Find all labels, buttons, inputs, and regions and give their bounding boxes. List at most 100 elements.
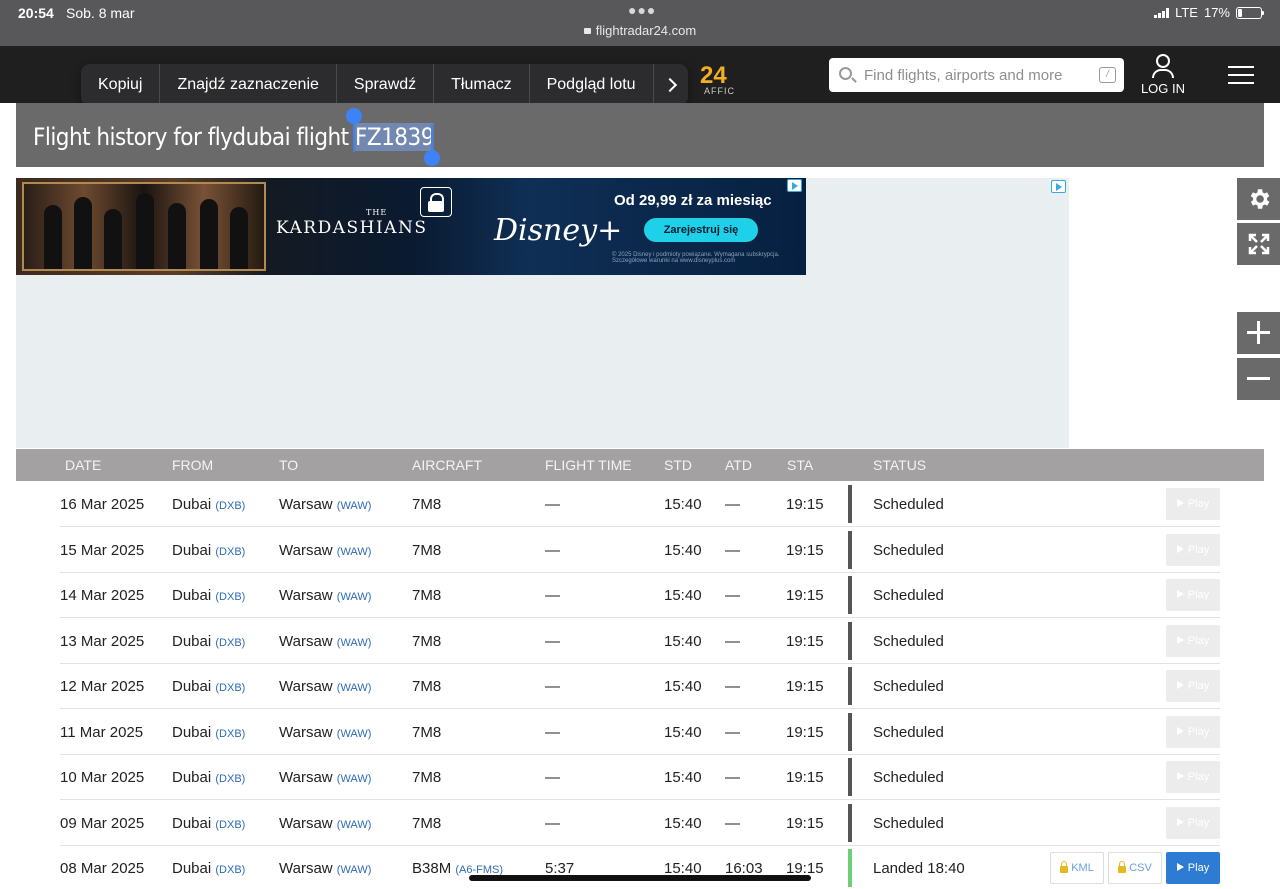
cell-from-code[interactable]: (DXB) xyxy=(215,546,245,558)
cell-to-city[interactable]: Warsaw xyxy=(279,724,333,741)
col-sta[interactable]: STA xyxy=(787,457,813,473)
menu-look-up[interactable]: Sprawdź xyxy=(337,64,435,106)
col-date[interactable]: DATE xyxy=(65,457,101,473)
cell-to-city[interactable]: Warsaw xyxy=(279,678,333,695)
menu-find-selection[interactable]: Znajdź zaznaczenie xyxy=(160,64,337,106)
col-std[interactable]: STD xyxy=(664,457,692,473)
cell-std: 15:40 xyxy=(664,678,702,695)
cell-from-city[interactable]: Dubai xyxy=(172,496,211,513)
search-box[interactable]: Find flights, airports and more / xyxy=(829,58,1124,92)
csv-download-button[interactable]: CSV xyxy=(1108,852,1162,884)
table-row[interactable]: 10 Mar 2025 Dubai (DXB) Warsaw (WAW) 7M8 — 15… xyxy=(60,754,1220,800)
cell-from-code[interactable]: (DXB) xyxy=(215,682,245,694)
cell-from-city[interactable]: Dubai xyxy=(172,769,211,786)
col-atd[interactable]: ATD xyxy=(725,457,752,473)
cell-from-city[interactable]: Dubai xyxy=(172,724,211,741)
menu-copy[interactable]: Kopiuj xyxy=(81,64,161,106)
adchoices-icon[interactable] xyxy=(787,179,802,192)
cell-from-code[interactable]: (DXB) xyxy=(215,591,245,603)
play-button[interactable]: Play xyxy=(1166,716,1220,748)
play-button[interactable]: Play xyxy=(1166,670,1220,702)
cell-to-code[interactable]: (WAW) xyxy=(337,546,372,558)
col-status[interactable]: STATUS xyxy=(873,457,926,473)
menu-translate[interactable]: Tłumacz xyxy=(434,64,530,106)
chevron-right-icon[interactable] xyxy=(654,64,688,106)
selection-end-handle[interactable] xyxy=(424,150,440,166)
cell-from-city[interactable]: Dubai xyxy=(172,860,211,877)
col-aircraft[interactable]: AIRCRAFT xyxy=(412,457,482,473)
cell-from: Dubai (DXB) xyxy=(172,724,245,741)
table-row[interactable]: 11 Mar 2025 Dubai (DXB) Warsaw (WAW) 7M8 — 15… xyxy=(60,709,1220,755)
cell-to-code[interactable]: (WAW) xyxy=(337,682,372,694)
cell-date: 14 Mar 2025 xyxy=(60,587,145,604)
cell-to-code[interactable]: (WAW) xyxy=(337,864,372,876)
table-row[interactable]: 08 Mar 2025 Dubai (DXB) Warsaw (WAW) B38M (… xyxy=(60,845,1220,889)
cell-to-code[interactable]: (WAW) xyxy=(337,637,372,649)
home-indicator[interactable] xyxy=(469,875,811,881)
ad-cta-button[interactable]: Zarejestruj się xyxy=(644,218,758,242)
settings-button[interactable] xyxy=(1237,178,1280,220)
cell-from-code[interactable]: (DXB) xyxy=(215,637,245,649)
zoom-out-button[interactable] xyxy=(1237,358,1280,400)
selection-start-handle[interactable] xyxy=(346,108,362,124)
play-button[interactable]: Play xyxy=(1166,625,1220,657)
cell-from-code[interactable]: (DXB) xyxy=(215,728,245,740)
padlock-icon xyxy=(1118,861,1127,873)
col-flight-time[interactable]: FLIGHT TIME xyxy=(545,457,632,473)
cell-from-city[interactable]: Dubai xyxy=(172,542,211,559)
cell-to-code[interactable]: (WAW) xyxy=(337,728,372,740)
cell-from-code[interactable]: (DXB) xyxy=(215,773,245,785)
cell-to-city[interactable]: Warsaw xyxy=(279,496,333,513)
cell-to-code[interactable]: (WAW) xyxy=(337,773,372,785)
cell-from-city[interactable]: Dubai xyxy=(172,587,211,604)
cell-to-city[interactable]: Warsaw xyxy=(279,769,333,786)
cell-to-city[interactable]: Warsaw xyxy=(279,860,333,877)
logo-suffix: AFFIC xyxy=(704,86,735,96)
play-button[interactable]: Play xyxy=(1166,488,1220,520)
address-bar[interactable]: flightradar24.com xyxy=(0,23,1280,38)
col-to[interactable]: TO xyxy=(279,457,298,473)
ad-banner[interactable]: THE KARDASHIANS Disney+ Od 29,99 zł za m… xyxy=(16,178,806,275)
login-button[interactable]: LOG IN xyxy=(1138,54,1188,96)
table-row[interactable]: 16 Mar 2025 Dubai (DXB) Warsaw (WAW) 7M8 — 15… xyxy=(60,481,1220,527)
cell-flight-time: — xyxy=(545,587,560,604)
adchoices-icon[interactable] xyxy=(1051,180,1066,193)
kml-download-button[interactable]: KML xyxy=(1050,852,1104,884)
tab-options-icon[interactable]: ●●● xyxy=(628,2,656,18)
cell-to-city[interactable]: Warsaw xyxy=(279,633,333,650)
play-button[interactable]: Play xyxy=(1166,534,1220,566)
table-row[interactable]: 15 Mar 2025 Dubai (DXB) Warsaw (WAW) 7M8 — 15… xyxy=(60,527,1220,573)
play-button[interactable]: Play xyxy=(1166,761,1220,793)
table-row[interactable]: 14 Mar 2025 Dubai (DXB) Warsaw (WAW) 7M8 — 15… xyxy=(60,572,1220,618)
cell-to-city[interactable]: Warsaw xyxy=(279,542,333,559)
col-from[interactable]: FROM xyxy=(172,457,213,473)
play-label: Play xyxy=(1187,680,1210,692)
cell-aircraft-type: 7M8 xyxy=(412,724,442,741)
cell-from-code[interactable]: (DXB) xyxy=(215,819,245,831)
cell-from: Dubai (DXB) xyxy=(172,542,245,559)
selected-flight-number[interactable]: FZ1839 xyxy=(354,123,434,151)
cell-from-city[interactable]: Dubai xyxy=(172,815,211,832)
cell-from-city[interactable]: Dubai xyxy=(172,678,211,695)
hamburger-menu-icon[interactable] xyxy=(1228,66,1254,84)
cell-to-code[interactable]: (WAW) xyxy=(337,500,372,512)
cell-to-city[interactable]: Warsaw xyxy=(279,815,333,832)
table-row[interactable]: 09 Mar 2025 Dubai (DXB) Warsaw (WAW) 7M8 — 15… xyxy=(60,800,1220,846)
play-button[interactable]: Play xyxy=(1166,579,1220,611)
cell-to-city[interactable]: Warsaw xyxy=(279,587,333,604)
table-row[interactable]: 12 Mar 2025 Dubai (DXB) Warsaw (WAW) 7M8 — 15… xyxy=(60,663,1220,709)
search-placeholder[interactable]: Find flights, airports and more xyxy=(864,67,1062,84)
ios-status-bar: 20:54 Sob. 8 mar ●●● flightradar24.com L… xyxy=(0,0,1280,46)
play-button[interactable]: Play xyxy=(1166,807,1220,839)
zoom-in-button[interactable] xyxy=(1237,312,1280,354)
cell-from-code[interactable]: (DXB) xyxy=(215,500,245,512)
menu-flight-preview[interactable]: Podgląd lotu xyxy=(530,64,654,106)
cell-from-code[interactable]: (DXB) xyxy=(215,864,245,876)
table-row[interactable]: 13 Mar 2025 Dubai (DXB) Warsaw (WAW) 7M8 — 15… xyxy=(60,618,1220,664)
cell-to-code[interactable]: (WAW) xyxy=(337,819,372,831)
cell-date: 13 Mar 2025 xyxy=(60,633,145,650)
fullscreen-button[interactable] xyxy=(1237,223,1280,265)
cell-to-code[interactable]: (WAW) xyxy=(337,591,372,603)
play-button[interactable]: Play xyxy=(1166,852,1220,884)
cell-from-city[interactable]: Dubai xyxy=(172,633,211,650)
